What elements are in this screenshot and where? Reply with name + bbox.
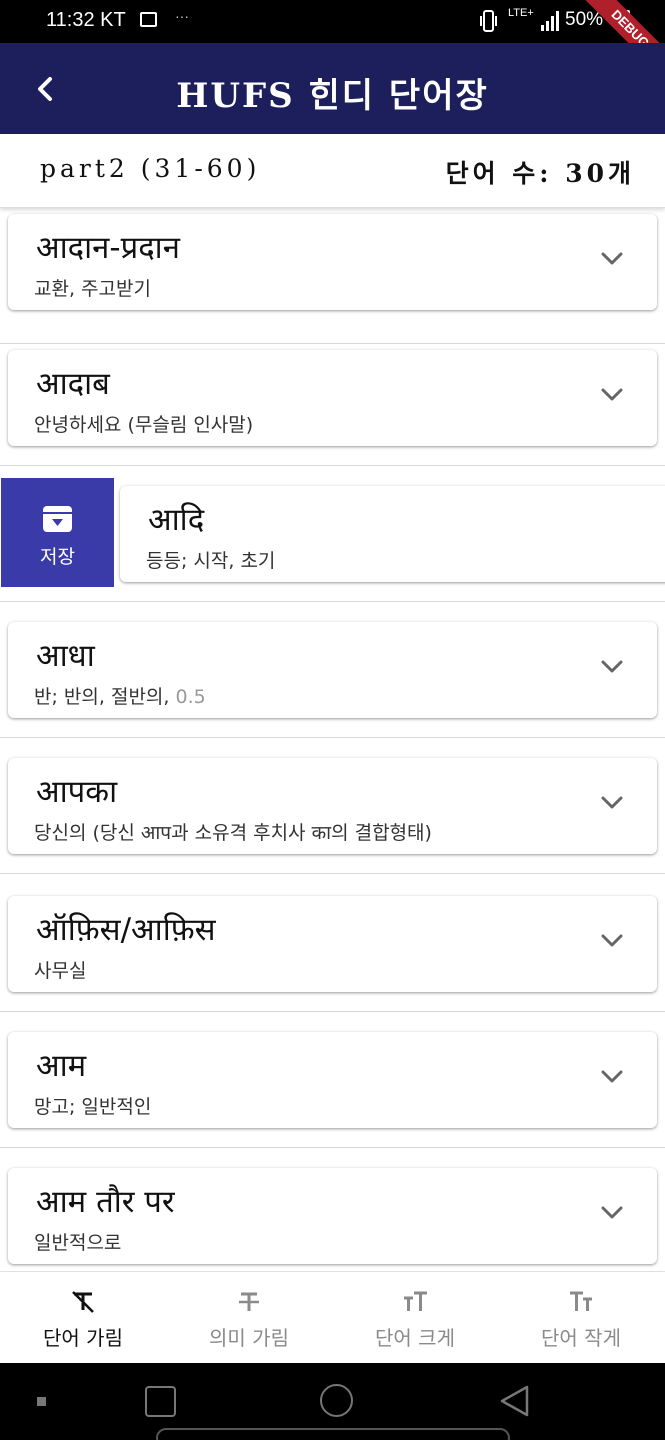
hide-word-button[interactable]: 단어 가림	[0, 1272, 166, 1364]
word-meaning: 반; 반의, 절반의, 0.5	[34, 682, 206, 709]
hide-word-icon	[72, 1291, 94, 1313]
part-label: part2 (31-60)	[40, 154, 261, 183]
app-bar: HUFS 힌디 단어장	[0, 43, 665, 134]
list-item[interactable]: ऑफ़िस/आफ़िस 사무실	[0, 876, 665, 1012]
signal-icon	[541, 11, 559, 31]
word-card[interactable]: आदाब 안녕하세요 (무슬림 인사말)	[8, 350, 657, 446]
word-card[interactable]: आदान-प्रदान 교환, 주고받기	[8, 214, 657, 310]
word-meaning: 당신의 (당신 आप과 소유격 후치사 का의 결합형태)	[34, 822, 432, 844]
chevron-down-icon[interactable]	[601, 660, 623, 674]
chevron-down-icon[interactable]	[601, 1070, 623, 1084]
bottom-action-bar: 단어 가림 의미 가림 단어 크게 단어 작게	[0, 1271, 665, 1363]
text-larger-label: 단어 크게	[375, 1326, 455, 1350]
archive-icon	[43, 506, 72, 532]
chevron-down-icon[interactable]	[601, 1206, 623, 1220]
word-meaning: 일반적으로	[34, 1232, 122, 1254]
word-meaning: 망고; 일반적인	[34, 1096, 152, 1118]
word-count: 단어 수: 30개	[445, 159, 635, 188]
nav-back-icon[interactable]	[497, 1384, 531, 1418]
hide-word-label: 단어 가림	[43, 1326, 123, 1350]
hide-meaning-button[interactable]: 의미 가림	[166, 1272, 332, 1364]
hindi-word: आदाब	[36, 366, 110, 402]
hide-meaning-icon	[239, 1292, 259, 1311]
save-label: 저장	[40, 546, 75, 568]
status-time: 11:32 KT	[46, 9, 126, 31]
word-meaning: 안녕하세요 (무슬림 인사말)	[34, 414, 254, 436]
word-card[interactable]: आम 망고; 일반적인	[8, 1032, 657, 1128]
status-bar: 11:32 KT ··· LTE+ 50% DEBUG	[0, 0, 665, 90]
chevron-down-icon[interactable]	[601, 252, 623, 266]
list-item[interactable]: आपका 당신의 (당신 आप과 소유격 후치사 का의 결합형태)	[0, 738, 665, 874]
image-notification-icon	[140, 12, 157, 27]
text-smaller-label: 단어 작게	[541, 1326, 621, 1350]
chevron-down-icon[interactable]	[601, 934, 623, 948]
list-item-swiped[interactable]: 저장 आदि 등등; 시작, 초기	[0, 466, 665, 602]
word-meaning: 사무실	[34, 960, 87, 982]
word-meaning: 교환, 주고받기	[34, 278, 151, 300]
vibrate-icon	[480, 10, 497, 32]
word-card[interactable]: आम तौर पर 일반적으로	[8, 1168, 657, 1264]
text-larger-icon	[404, 1291, 427, 1311]
hindi-word: ऑफ़िस/आफ़िस	[36, 912, 216, 948]
meaning-number: 0.5	[175, 686, 206, 708]
hindi-word: आम	[36, 1048, 87, 1084]
nav-indicator-icon	[37, 1397, 46, 1406]
word-meaning: 등등; 시작, 초기	[146, 550, 276, 572]
chevron-down-icon[interactable]	[601, 388, 623, 402]
text-larger-button[interactable]: 단어 크게	[332, 1272, 498, 1364]
list-item[interactable]: आदान-प्रदान 교환, 주고받기	[0, 208, 665, 344]
chevron-down-icon[interactable]	[601, 796, 623, 810]
hindi-word: आपका	[36, 774, 118, 810]
word-card[interactable]: आपका 당신의 (당신 आप과 소유격 후치사 का의 결합형태)	[8, 758, 657, 854]
hindi-word: आदान-प्रदान	[36, 230, 180, 266]
hide-meaning-label: 의미 가림	[209, 1326, 289, 1350]
list-item[interactable]: आधा 반; 반의, 절반의, 0.5	[0, 602, 665, 738]
recent-apps-button[interactable]	[145, 1386, 176, 1417]
word-card[interactable]: आधा 반; 반의, 절반의, 0.5	[8, 622, 657, 718]
part-header: part2 (31-60) 단어 수: 30개	[0, 134, 665, 208]
lte-indicator: LTE+	[508, 7, 534, 19]
system-nav-bar	[0, 1363, 665, 1440]
home-button[interactable]	[320, 1384, 353, 1417]
hindi-word: आधा	[36, 638, 95, 674]
list-item[interactable]: आम 망고; 일반적인	[0, 1012, 665, 1148]
text-smaller-icon	[570, 1291, 592, 1311]
word-card[interactable]: आदि 등등; 시작, 초기	[120, 486, 665, 582]
word-card[interactable]: ऑफ़िस/आफ़िस 사무실	[8, 896, 657, 992]
page-title: HUFS 힌디 단어장	[176, 76, 489, 116]
list-item[interactable]: आम तौर पर 일반적으로	[0, 1148, 665, 1271]
hindi-word: आदि	[148, 502, 205, 538]
meaning-text: 반; 반의, 절반의,	[34, 686, 176, 708]
hindi-word: आम तौर पर	[36, 1184, 175, 1220]
text-smaller-button[interactable]: 단어 작게	[498, 1272, 664, 1364]
save-action-button[interactable]: 저장	[1, 478, 114, 587]
word-list[interactable]: आदान-प्रदान 교환, 주고받기 आदाब 안녕하세요 (무슬림 인사말…	[0, 208, 665, 1271]
gesture-pill	[156, 1428, 510, 1440]
list-item[interactable]: आदाब 안녕하세요 (무슬림 인사말)	[0, 330, 665, 466]
more-notifications-icon: ···	[175, 8, 189, 24]
